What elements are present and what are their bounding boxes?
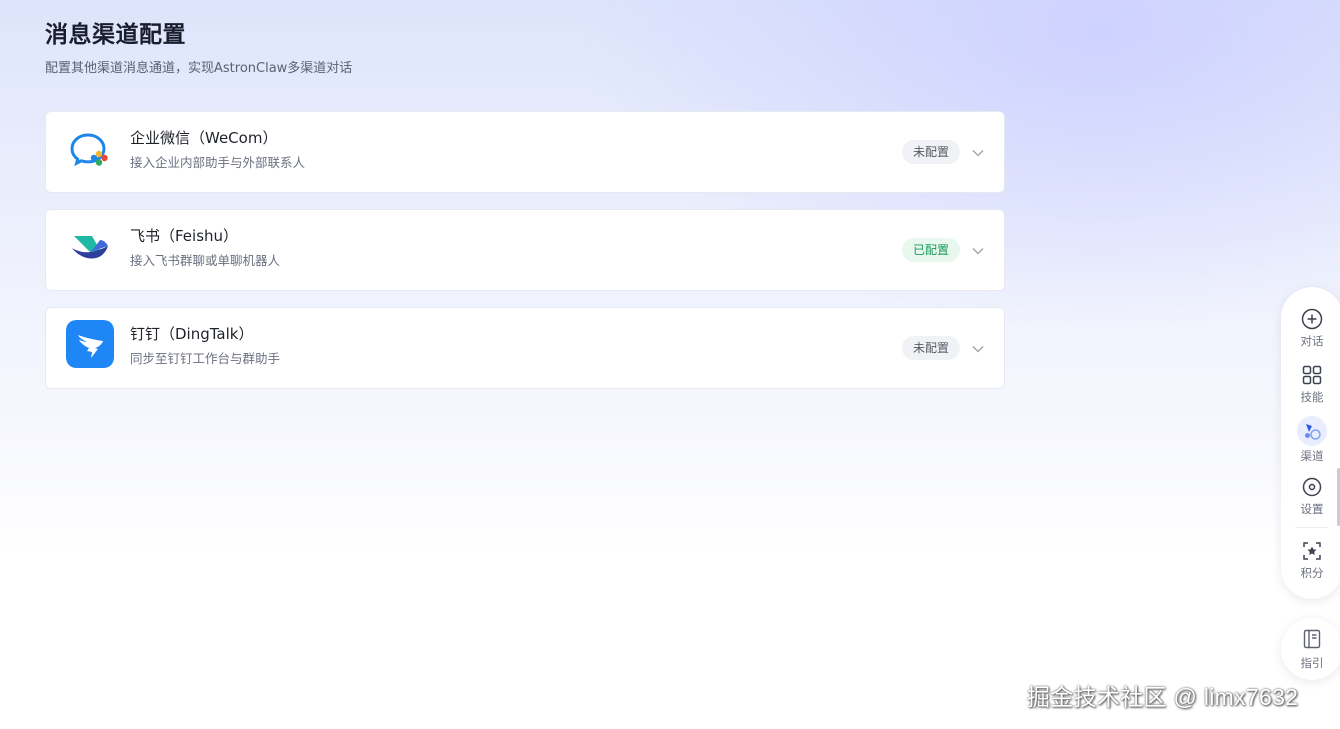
channel-icon bbox=[1305, 424, 1321, 440]
dock-item-settings[interactable]: 设置 bbox=[1281, 475, 1340, 516]
feishu-logo-icon bbox=[66, 222, 114, 270]
grid-icon bbox=[1302, 365, 1322, 385]
watermark: 掘金技术社区 @ limx7632 bbox=[1027, 684, 1299, 710]
guide-label: 指引 bbox=[1300, 656, 1324, 670]
wecom-logo-icon bbox=[66, 124, 114, 172]
channel-card-dingtalk[interactable]: 钉钉（DingTalk） 同步至钉钉工作台与群助手 未配置 bbox=[45, 307, 1005, 389]
page-subtitle: 配置其他渠道消息通道，实现AstronClaw多渠道对话 bbox=[45, 61, 353, 76]
channel-name: 企业微信（WeCom） bbox=[130, 129, 278, 147]
dock-label: 积分 bbox=[1300, 566, 1324, 580]
dingtalk-logo-icon bbox=[66, 320, 114, 368]
dock-item-channels[interactable]: 渠道 bbox=[1281, 416, 1340, 463]
channel-card-feishu[interactable]: 飞书（Feishu） 接入飞书群聊或单聊机器人 已配置 bbox=[45, 209, 1005, 291]
channel-name: 飞书（Feishu） bbox=[130, 227, 239, 245]
guide-button[interactable]: 指引 bbox=[1281, 618, 1340, 680]
channel-text: 飞书（Feishu） 接入飞书群聊或单聊机器人 bbox=[130, 226, 280, 269]
star-icon bbox=[1303, 542, 1321, 560]
dock-label: 技能 bbox=[1300, 390, 1324, 404]
book-icon bbox=[1303, 629, 1321, 649]
dock-item-points[interactable]: 积分 bbox=[1281, 539, 1340, 580]
dock-item-skills[interactable]: 技能 bbox=[1281, 363, 1340, 404]
channel-card-wecom[interactable]: 企业微信（WeCom） 接入企业内部助手与外部联系人 未配置 bbox=[45, 111, 1005, 193]
dock-label: 渠道 bbox=[1300, 449, 1324, 463]
dock-item-chat[interactable]: 对话 bbox=[1281, 307, 1340, 348]
chevron-down-icon[interactable] bbox=[970, 341, 986, 357]
page-title: 消息渠道配置 bbox=[45, 22, 186, 48]
channel-description: 同步至钉钉工作台与群助手 bbox=[130, 351, 281, 366]
plus-circle-icon bbox=[1301, 308, 1323, 330]
page-header: 消息渠道配置 配置其他渠道消息通道，实现AstronClaw多渠道对话 bbox=[45, 20, 352, 77]
dock-divider bbox=[1295, 527, 1329, 528]
channel-list: 企业微信（WeCom） 接入企业内部助手与外部联系人 未配置 飞书（Feishu… bbox=[45, 111, 1005, 405]
channel-text: 钉钉（DingTalk） 同步至钉钉工作台与群助手 bbox=[130, 324, 280, 367]
channel-text: 企业微信（WeCom） 接入企业内部助手与外部联系人 bbox=[130, 128, 305, 171]
status-badge: 未配置 bbox=[901, 140, 960, 164]
dock-label: 设置 bbox=[1300, 502, 1324, 516]
settings-icon bbox=[1302, 477, 1322, 497]
chevron-down-icon[interactable] bbox=[970, 243, 986, 259]
status-badge: 未配置 bbox=[901, 336, 960, 360]
right-dock: 对话 技能 渠道 设置 积分 bbox=[1281, 287, 1340, 599]
channel-description: 接入飞书群聊或单聊机器人 bbox=[130, 253, 281, 268]
chevron-down-icon[interactable] bbox=[970, 145, 986, 161]
dock-label: 对话 bbox=[1300, 334, 1324, 348]
status-badge: 已配置 bbox=[901, 238, 960, 262]
channel-name: 钉钉（DingTalk） bbox=[130, 325, 254, 343]
channel-description: 接入企业内部助手与外部联系人 bbox=[130, 155, 306, 170]
